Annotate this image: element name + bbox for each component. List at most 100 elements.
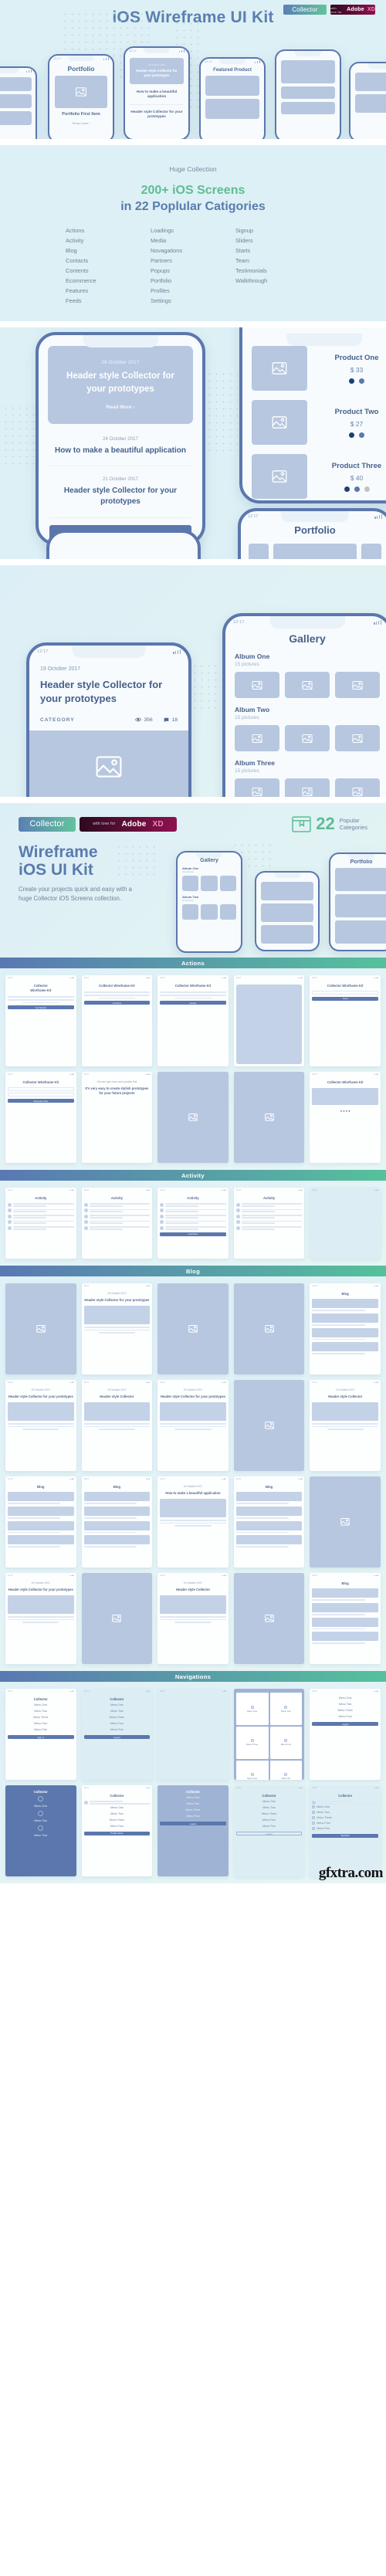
category-item[interactable]: Media xyxy=(151,237,235,244)
screen-thumbnail[interactable]: 12:17 ▲●■ Collector Wireframe Kit Get Starte… xyxy=(5,975,76,1067)
menu-item[interactable]: Menu Two xyxy=(312,1810,378,1815)
album-thumbnail[interactable] xyxy=(335,672,380,699)
feed-item[interactable] xyxy=(8,1202,74,1207)
list-item[interactable] xyxy=(83,1506,151,1519)
list-item[interactable] xyxy=(235,1535,303,1547)
category-item[interactable]: Activity xyxy=(66,237,151,244)
list-item[interactable] xyxy=(312,1602,378,1615)
screen-thumbnail[interactable] xyxy=(233,1072,305,1164)
album-thumbnail[interactable] xyxy=(335,778,380,798)
category-item[interactable]: Signup xyxy=(235,227,320,234)
screen-thumbnail[interactable]: 12:17 ▲●■ 19 October 2017 Header style Coll… xyxy=(310,1380,381,1472)
tile[interactable]: Menu Two xyxy=(269,1693,303,1726)
screen-thumbnail[interactable]: 12:17 ▲●■ Join and get news and updates fi… xyxy=(81,1072,153,1164)
album-block[interactable]: Album One 15 pictures xyxy=(235,652,380,699)
social-icons[interactable]: ● ● ● ● xyxy=(340,1109,350,1113)
menu-item[interactable]: Menu One xyxy=(262,1798,276,1805)
product-swatches[interactable] xyxy=(317,378,386,384)
feed-item[interactable] xyxy=(235,1214,303,1219)
menu-item[interactable]: Menu Four xyxy=(34,1720,47,1727)
category-item[interactable]: Starts xyxy=(235,247,320,254)
feed-item[interactable] xyxy=(160,1202,226,1207)
list-item[interactable] xyxy=(83,1535,151,1547)
thumb-button[interactable]: Sign In xyxy=(8,1735,74,1740)
text-input[interactable] xyxy=(312,990,378,995)
thumb-button[interactable]: Logout xyxy=(312,1722,378,1727)
screen-thumbnail[interactable]: 12:17 ▲●■ xyxy=(310,1188,381,1259)
category-item[interactable]: Feeds xyxy=(66,297,151,304)
screen-thumbnail[interactable]: 12:17 ▲●■ xyxy=(157,1689,229,1781)
feed-item[interactable] xyxy=(235,1202,303,1207)
text-input-2[interactable] xyxy=(8,1093,74,1097)
list-item[interactable] xyxy=(83,1492,151,1504)
screen-thumbnail[interactable] xyxy=(310,1476,381,1568)
screen-thumbnail[interactable]: 12:17 ▲●■ Activity xyxy=(81,1188,153,1259)
screen-thumbnail[interactable]: 12:17 ▲●■ Collector Menu One Menu Two Menu Th… xyxy=(5,1689,76,1781)
collector-badge[interactable]: Collector xyxy=(19,816,76,832)
category-item[interactable]: Settings xyxy=(151,297,235,304)
adobe-xd-badge[interactable]: with love for Adobe XD xyxy=(80,816,177,832)
list-item[interactable] xyxy=(312,1327,378,1341)
screen-thumbnail[interactable]: 12:17 ▲●■ Blog xyxy=(310,1283,381,1375)
menu-item[interactable]: Menu One xyxy=(110,1702,124,1708)
category-item[interactable]: Partners xyxy=(151,257,235,264)
screen-thumbnail[interactable]: 12:17 ▲●■ Activity xyxy=(5,1188,76,1259)
menu-item[interactable]: Menu Four xyxy=(110,1720,124,1727)
tile[interactable]: Menu Four xyxy=(269,1727,303,1759)
screen-thumbnail[interactable]: 12:17 ▲●■ Collector Wireframe Kit ● ● ● ● xyxy=(310,1072,381,1164)
category-item[interactable]: Blog xyxy=(66,247,151,254)
category-item[interactable]: Profiles xyxy=(151,287,235,294)
screen-thumbnail[interactable]: 12:17 ▲●■ Blog xyxy=(233,1476,305,1568)
thumb-button[interactable]: Logout xyxy=(83,1735,151,1740)
list-item[interactable] xyxy=(312,1588,378,1601)
screen-thumbnail[interactable]: 12:17 ▲●■ Collector Wireframe Kit Send xyxy=(310,975,381,1067)
product-swatches[interactable] xyxy=(317,486,386,492)
album-thumbnail[interactable] xyxy=(235,778,279,798)
screen-thumbnail[interactable]: 12:17 ▲●■ Activity xyxy=(233,1188,305,1259)
screen-thumbnail[interactable]: 12:17 ▲●■ xyxy=(233,975,305,1067)
menu-item[interactable]: Menu One xyxy=(187,1795,200,1801)
menu-item[interactable]: Menu Two xyxy=(35,1818,48,1824)
menu-item[interactable]: Menu Tree xyxy=(34,1832,47,1839)
menu-item[interactable]: Menu Two xyxy=(339,1701,352,1707)
menu-item[interactable]: Menu Two xyxy=(35,1708,48,1714)
album-block[interactable]: Album Three 15 pictures xyxy=(235,759,380,798)
portfolio-card-link[interactable]: Show Case › xyxy=(55,121,107,125)
list-item[interactable] xyxy=(8,1520,74,1534)
menu-item[interactable]: Menu One xyxy=(339,1695,352,1701)
feed-item[interactable] xyxy=(83,1208,151,1213)
screen-thumbnail[interactable]: 12:17 ▲●■ Collector Menu One Menu Two Menu Th… xyxy=(81,1689,153,1781)
menu-item[interactable]: Menu Two xyxy=(110,1708,124,1714)
screen-thumbnail[interactable]: 12:17 ▲●■ Collector Wireframe Kit Subscribe… xyxy=(5,1072,76,1164)
list-item[interactable] xyxy=(312,1313,378,1326)
feed-item[interactable] xyxy=(8,1225,74,1230)
thumb-button[interactable]: Load More xyxy=(160,1232,226,1236)
screen-thumbnail[interactable] xyxy=(157,1283,229,1375)
screen-thumbnail[interactable] xyxy=(233,1283,305,1375)
screen-thumbnail[interactable]: 12:17 ▲●■ Blog xyxy=(5,1476,76,1568)
thumb-button[interactable]: Accept xyxy=(160,1001,226,1005)
list-item[interactable] xyxy=(312,1299,378,1311)
album-thumbnail[interactable] xyxy=(235,725,279,752)
screen-thumbnail[interactable]: Collector Menu One Menu Two Menu Three Menu … xyxy=(157,1785,229,1877)
screen-thumbnail[interactable]: 12:17 ▲●■ 19 October 2017 Header style Coll… xyxy=(5,1380,76,1472)
thumb-button[interactable]: Send xyxy=(312,996,378,1001)
screen-thumbnail[interactable]: 12:17 ▲●■ 19 October 2017 Header style Coll… xyxy=(5,1573,76,1665)
menu-item[interactable]: Menu Three xyxy=(185,1807,200,1813)
thumb-button[interactable]: Stanislav xyxy=(312,1833,378,1838)
feed-item[interactable] xyxy=(160,1214,226,1219)
menu-item[interactable]: Menu Five xyxy=(312,1826,378,1832)
menu-item[interactable]: Menu Four xyxy=(186,1813,199,1819)
category-item[interactable]: Walkthrough xyxy=(235,277,320,284)
menu-item[interactable]: Menu Two xyxy=(262,1805,276,1811)
blog-hero-card[interactable]: 26 October 2017 Header style Collector f… xyxy=(48,346,193,424)
category-item[interactable]: Ecommerce xyxy=(66,277,151,284)
feed-item[interactable] xyxy=(83,1225,151,1230)
feed-item[interactable] xyxy=(83,1220,151,1225)
thumb-button[interactable]: Continue xyxy=(83,1001,151,1005)
category-item[interactable]: Sliders xyxy=(235,237,320,244)
thumb-button[interactable]: Profile Name xyxy=(83,1831,151,1835)
thumb-button[interactable]: Logout xyxy=(235,1832,303,1836)
product-row[interactable]: Product Two $ 27 xyxy=(252,400,386,446)
list-item[interactable] xyxy=(8,1535,74,1547)
